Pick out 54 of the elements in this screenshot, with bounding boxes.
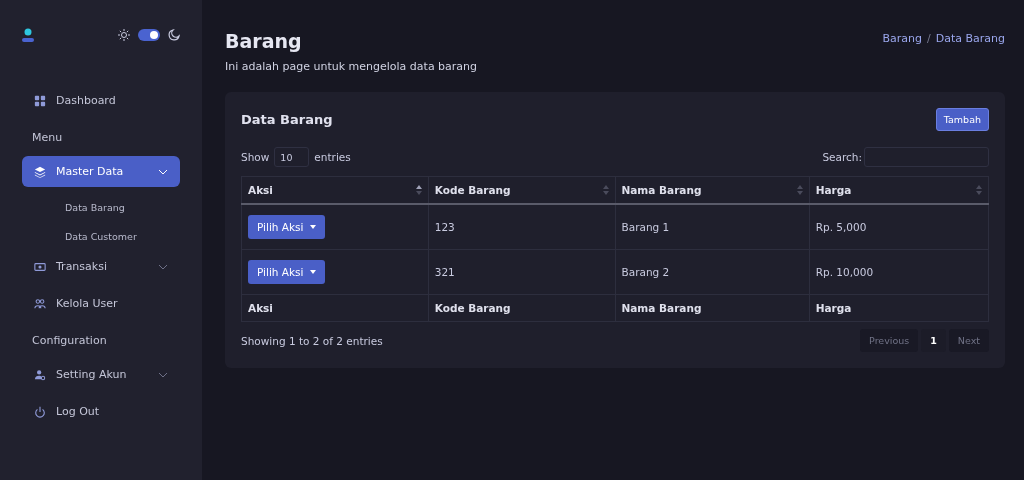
table-cell: Barang 2: [615, 249, 810, 295]
nav-subitem[interactable]: Data Customer: [22, 222, 180, 251]
theme-toggle[interactable]: [138, 29, 160, 41]
breadcrumb-separator: /: [927, 32, 931, 45]
chevron-icon: [158, 371, 168, 378]
column-footer: Nama Barang: [615, 294, 810, 322]
column-footer: Harga: [809, 294, 989, 322]
column-footer: Kode Barang: [428, 294, 615, 322]
nav-item[interactable]: Master Data: [22, 156, 180, 187]
table-cell: Barang 1: [615, 204, 810, 250]
search-label: Search:: [822, 151, 862, 163]
user-icon[interactable]: [22, 28, 34, 42]
nav-item[interactable]: Dashboard: [22, 85, 180, 116]
column-footer: Aksi: [241, 294, 429, 322]
grid-icon: [34, 94, 46, 107]
users-icon: [34, 297, 46, 310]
column-header[interactable]: Nama Barang: [615, 176, 810, 204]
breadcrumb-link[interactable]: Data Barang: [935, 32, 1005, 45]
table-info: Showing 1 to 2 of 2 entries: [241, 334, 383, 347]
caret-icon: [309, 270, 316, 274]
nav-item[interactable]: Log Out: [22, 396, 180, 427]
page-title: Barang: [225, 30, 303, 52]
length-label: Show: [241, 151, 270, 163]
column-header[interactable]: Aksi: [241, 176, 429, 204]
nav-subitem[interactable]: Data Barang: [22, 193, 180, 222]
add-button[interactable]: Tambah: [935, 108, 989, 131]
chevron-icon: [158, 263, 168, 270]
table-cell: 123: [428, 204, 615, 250]
page-subtitle: Ini adalah page untuk mengelola data barang: [225, 60, 478, 73]
nav-section-title: Configuration: [31, 332, 108, 349]
column-header[interactable]: Kode Barang: [428, 176, 615, 204]
nav-section-title: Menu: [31, 129, 64, 146]
caret-icon: [309, 225, 316, 229]
length-label: entries: [314, 151, 351, 163]
chevron-icon: [158, 168, 168, 175]
card-title: Data Barang: [241, 112, 333, 127]
nav-item[interactable]: Setting Akun: [22, 359, 180, 390]
entries-select[interactable]: 10: [274, 147, 310, 167]
action-dropdown-button[interactable]: Pilih Aksi: [248, 260, 325, 284]
breadcrumb-link[interactable]: Barang: [882, 32, 922, 45]
cash-icon: [34, 260, 46, 273]
table-cell: Rp. 10,000: [809, 249, 989, 295]
sun-icon: [118, 29, 130, 41]
layers-icon: [34, 165, 46, 178]
action-dropdown-button[interactable]: Pilih Aksi: [248, 215, 325, 239]
user-gear-icon: [34, 368, 46, 381]
table-cell: Rp. 5,000: [809, 204, 989, 250]
nav-item[interactable]: Kelola User: [22, 288, 180, 319]
pagination-button[interactable]: 1: [921, 329, 946, 352]
nav-item[interactable]: Transaksi: [22, 251, 180, 282]
moon-icon: [168, 29, 180, 41]
power-icon: [34, 405, 46, 418]
table-cell: 321: [428, 249, 615, 295]
column-header[interactable]: Harga: [809, 176, 989, 204]
